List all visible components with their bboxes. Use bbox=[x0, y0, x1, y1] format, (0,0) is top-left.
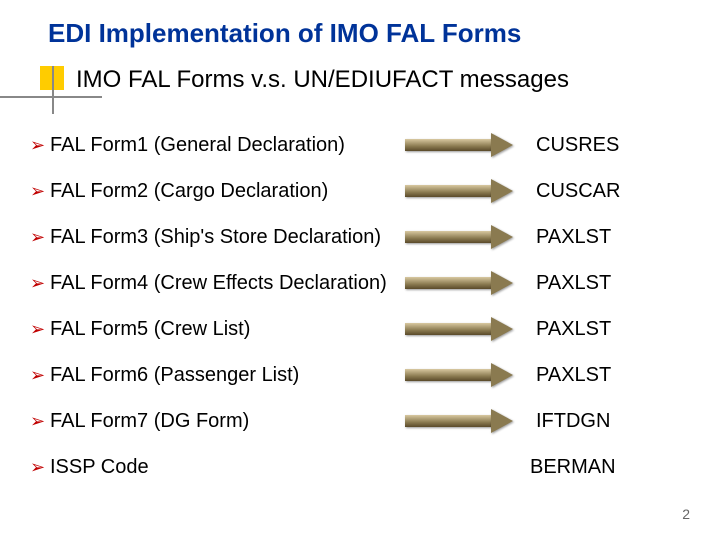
arrow-icon bbox=[405, 181, 515, 201]
list-item: ➢FAL Form4 (Crew Effects Declaration) PAX… bbox=[30, 260, 690, 306]
arrow-cell bbox=[390, 227, 530, 247]
arrow-icon bbox=[405, 411, 515, 431]
arrow-cell bbox=[390, 135, 530, 155]
message-code: PAXLST bbox=[530, 364, 690, 387]
form-label: FAL Form1 (General Declaration) bbox=[50, 134, 390, 157]
list-item: ➢FAL Form1 (General Declaration) CUSRES bbox=[30, 122, 690, 168]
message-code: PAXLST bbox=[530, 318, 690, 341]
bullet-icon: ➢ bbox=[30, 365, 50, 386]
page-number: 2 bbox=[682, 506, 690, 522]
message-code: CUSRES bbox=[530, 134, 690, 157]
message-code: BERMAN bbox=[530, 456, 690, 479]
form-label: FAL Form3 (Ship's Store Declaration) bbox=[50, 226, 390, 249]
slide-subtitle: IMO FAL Forms v.s. UN/EDIUFACT messages bbox=[76, 66, 569, 94]
list-item: ➢FAL Form7 (DG Form) IFTDGN bbox=[30, 398, 690, 444]
bullet-icon: ➢ bbox=[30, 411, 50, 432]
message-code: CUSCAR bbox=[530, 180, 690, 203]
arrow-icon bbox=[405, 227, 515, 247]
arrow-cell bbox=[390, 319, 530, 339]
message-code: PAXLST bbox=[530, 226, 690, 249]
arrow-cell bbox=[390, 273, 530, 293]
bullet-icon: ➢ bbox=[30, 227, 50, 248]
message-code: PAXLST bbox=[530, 272, 690, 295]
list-item: ➢FAL Form6 (Passenger List) PAXLST bbox=[30, 352, 690, 398]
slide-title: EDI Implementation of IMO FAL Forms bbox=[48, 18, 720, 49]
bullet-icon: ➢ bbox=[30, 319, 50, 340]
bullet-icon: ➢ bbox=[30, 273, 50, 294]
arrow-icon bbox=[405, 319, 515, 339]
form-label: FAL Form2 (Cargo Declaration) bbox=[50, 180, 390, 203]
arrow-cell bbox=[390, 365, 530, 385]
form-label: FAL Form6 (Passenger List) bbox=[50, 364, 390, 387]
form-label: FAL Form4 (Crew Effects Declaration) bbox=[50, 272, 390, 295]
arrow-cell bbox=[390, 411, 530, 431]
form-label: FAL Form5 (Crew List) bbox=[50, 318, 390, 341]
arrow-cell bbox=[390, 181, 530, 201]
message-code: IFTDGN bbox=[530, 410, 690, 433]
form-label: FAL Form7 (DG Form) bbox=[50, 410, 390, 433]
bullet-icon: ➢ bbox=[30, 181, 50, 202]
arrow-icon bbox=[405, 135, 515, 155]
list-item: ➢FAL Form2 (Cargo Declaration) CUSCAR bbox=[30, 168, 690, 214]
mapping-list: ➢FAL Form1 (General Declaration)CUSRES➢F… bbox=[30, 122, 690, 490]
list-item: ➢FAL Form5 (Crew List) PAXLST bbox=[30, 306, 690, 352]
bullet-icon: ➢ bbox=[30, 135, 50, 156]
list-item: ➢ISSP Code BERMAN bbox=[30, 444, 690, 490]
form-label: ISSP Code bbox=[50, 456, 390, 479]
arrow-icon bbox=[405, 365, 515, 385]
bullet-icon: ➢ bbox=[30, 457, 50, 478]
arrow-icon bbox=[405, 273, 515, 293]
list-item: ➢FAL Form3 (Ship's Store Declaration) PAX… bbox=[30, 214, 690, 260]
